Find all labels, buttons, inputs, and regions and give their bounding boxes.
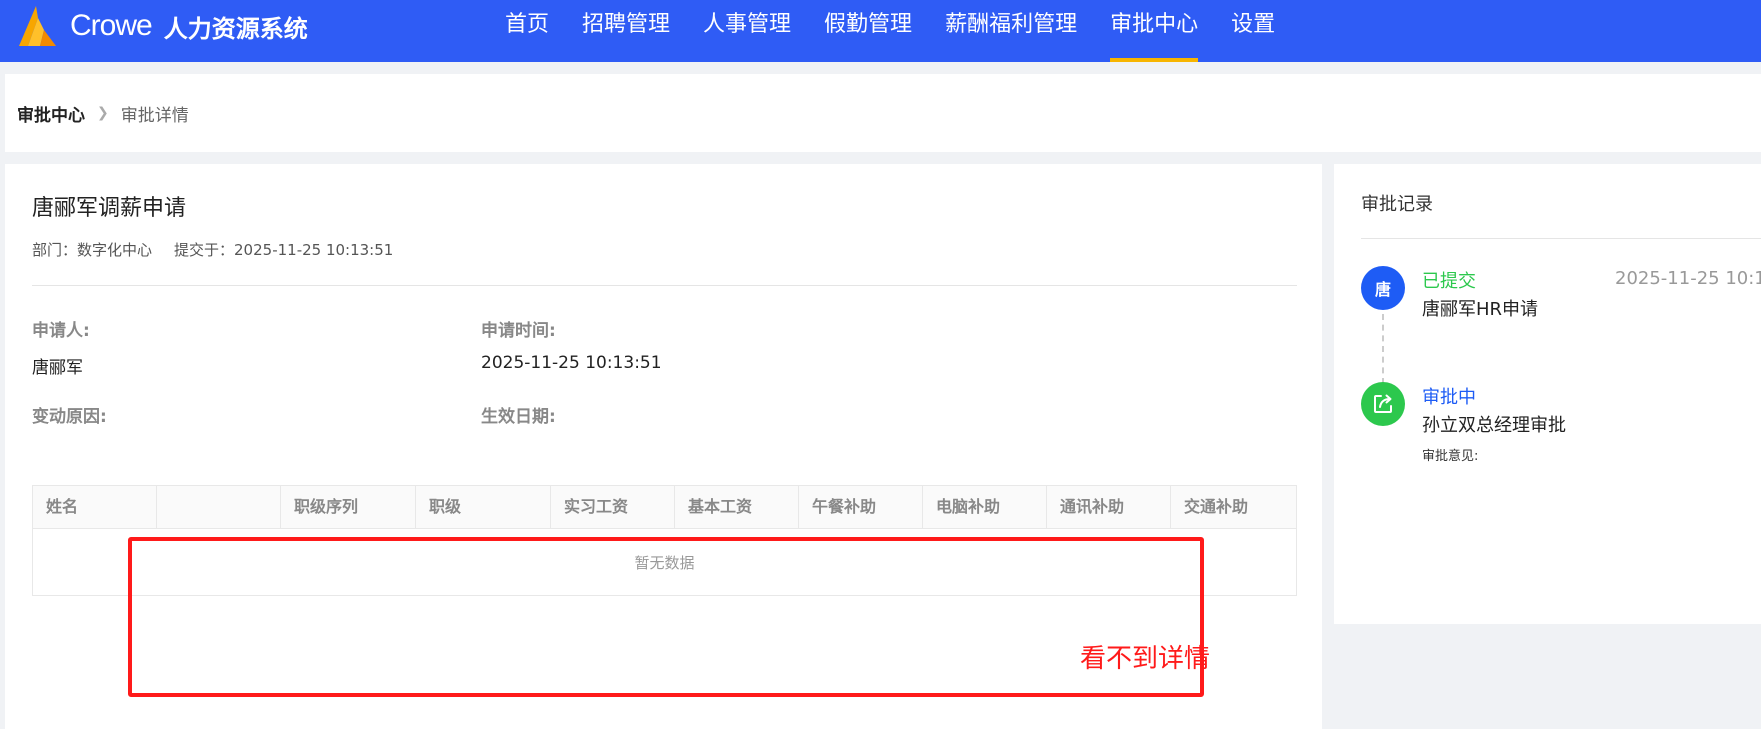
nav-approval-center[interactable]: 审批中心 [1110, 0, 1199, 62]
breadcrumb-root[interactable]: 审批中心 [17, 101, 85, 126]
timeline-status-pending: 审批中 [1422, 387, 1476, 408]
table-header: 姓名 职级序列 职级 实习工资 基本工资 午餐补助 电脑补助 通讯补助 交通补助 [33, 486, 1296, 529]
timeline-desc: 孙立双总经理审批 [1422, 415, 1566, 436]
nav-attendance[interactable]: 假勤管理 [824, 0, 912, 62]
nav-home[interactable]: 首页 [505, 0, 549, 62]
top-navigation-bar: Crowe 人力资源系统 首页 招聘管理 人事管理 假勤管理 薪酬福利管理 审批… [0, 0, 1761, 62]
request-meta: 部门：数字化中心 提交于：2025-11-25 10:13:51 [32, 239, 393, 260]
column-header: 电脑补助 [923, 486, 1047, 528]
submitted-time-text: 提交于：2025-11-25 10:13:51 [174, 241, 394, 259]
reason-label: 变动原因: [32, 407, 107, 427]
apply-time-label: 申请时间: [481, 321, 556, 341]
approval-record-panel: 审批记录 唐 已提交 唐郦军HR申请 2025-11-25 10:13:51 审… [1334, 164, 1761, 624]
nav-recruitment[interactable]: 招聘管理 [582, 0, 670, 62]
timeline-desc: 唐郦军HR申请 [1422, 299, 1539, 320]
submitter-avatar: 唐 [1361, 266, 1405, 310]
page-title: 唐郦军调薪申请 [32, 196, 187, 221]
column-header [157, 486, 281, 528]
nav-compensation[interactable]: 薪酬福利管理 [945, 0, 1077, 62]
apply-time-value: 2025-11-25 10:13:51 [481, 353, 662, 373]
crowe-logo-icon [19, 6, 56, 46]
column-header: 通讯补助 [1047, 486, 1171, 528]
column-header: 姓名 [33, 486, 157, 528]
timeline-time: 2025-11-25 10:13:51 [1615, 268, 1761, 289]
department-text: 部门：数字化中心 [32, 241, 153, 259]
timeline-status-submitted: 已提交 [1422, 271, 1476, 292]
timeline-connector [1382, 314, 1384, 384]
chevron-right-icon: ❯ [97, 105, 109, 121]
breadcrumb-current: 审批详情 [120, 105, 189, 126]
approval-record-title: 审批记录 [1361, 194, 1433, 215]
breadcrumb: 审批中心 ❯ 审批详情 [5, 74, 1761, 152]
annotation-box [128, 537, 1204, 697]
brand-logo[interactable]: Crowe 人力资源系统 [16, 4, 308, 48]
column-header: 交通补助 [1184, 497, 1249, 516]
applicant-label: 申请人: [32, 321, 90, 341]
main-nav: 首页 招聘管理 人事管理 假勤管理 薪酬福利管理 审批中心 设置 [505, 0, 1308, 62]
approval-opinion-label: 审批意见: [1422, 449, 1479, 464]
share-icon [1374, 394, 1392, 413]
nav-personnel[interactable]: 人事管理 [703, 0, 791, 62]
approver-avatar [1361, 382, 1405, 426]
effective-date-label: 生效日期: [481, 407, 556, 427]
annotation-text: 看不到详情 [1080, 644, 1211, 674]
column-header: 职级序列 [281, 486, 416, 528]
column-header: 基本工资 [675, 486, 799, 528]
system-name: 人力资源系统 [163, 14, 308, 43]
column-header: 实习工资 [551, 486, 675, 528]
nav-settings[interactable]: 设置 [1231, 0, 1275, 62]
column-header: 职级 [416, 486, 551, 528]
divider [1361, 238, 1761, 239]
column-header: 午餐补助 [799, 486, 923, 528]
divider [32, 285, 1297, 286]
applicant-value: 唐郦军 [32, 358, 83, 378]
brand-name: Crowe [70, 9, 153, 42]
